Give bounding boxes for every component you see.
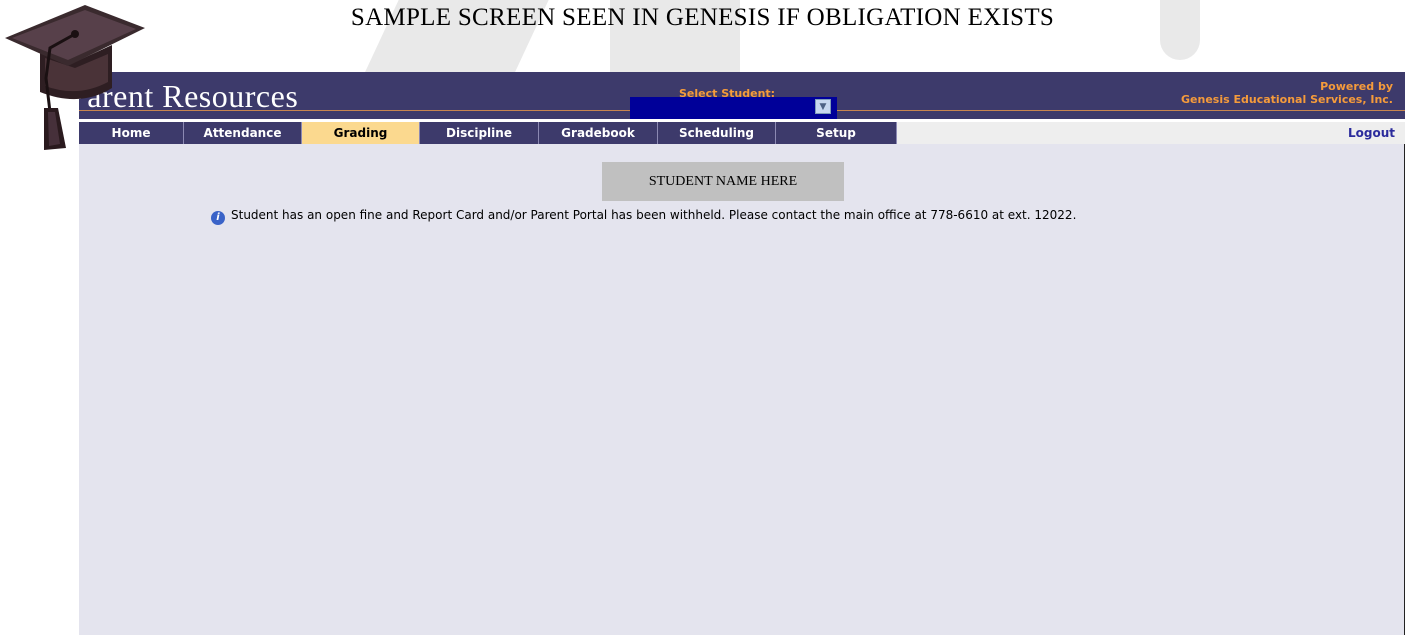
- chevron-down-icon[interactable]: ▼: [815, 99, 831, 114]
- logout-link[interactable]: Logout: [1348, 122, 1395, 144]
- graduation-cap-icon: [5, 5, 145, 150]
- obligation-notice: i Student has an open fine and Report Car…: [211, 208, 1076, 225]
- powered-by: Powered by Genesis Educational Services,…: [1181, 80, 1393, 106]
- app-header: Parent Resources Select Student: ▼ Power…: [69, 72, 1405, 119]
- tab-grading[interactable]: Grading: [302, 122, 420, 144]
- tab-discipline[interactable]: Discipline: [420, 122, 539, 144]
- main-nav: Home Attendance Grading Discipline Grade…: [79, 122, 1405, 144]
- info-icon: i: [211, 211, 225, 225]
- vendor-name: Genesis Educational Services, Inc.: [1181, 93, 1393, 106]
- tab-scheduling[interactable]: Scheduling: [658, 122, 776, 144]
- student-select[interactable]: ▼: [630, 97, 837, 119]
- tab-setup[interactable]: Setup: [776, 122, 897, 144]
- page-title: SAMPLE SCREEN SEEN IN GENESIS IF OBLIGAT…: [350, 4, 1055, 31]
- graduation-cap-icon-shape: [5, 5, 145, 150]
- notice-text: Student has an open fine and Report Card…: [231, 208, 1077, 222]
- student-name-banner: STUDENT NAME HERE: [602, 162, 844, 201]
- tab-gradebook[interactable]: Gradebook: [539, 122, 658, 144]
- powered-by-line: Powered by: [1320, 80, 1393, 93]
- tab-attendance[interactable]: Attendance: [184, 122, 302, 144]
- main-content: STUDENT NAME HERE i Student has an open f…: [79, 144, 1405, 635]
